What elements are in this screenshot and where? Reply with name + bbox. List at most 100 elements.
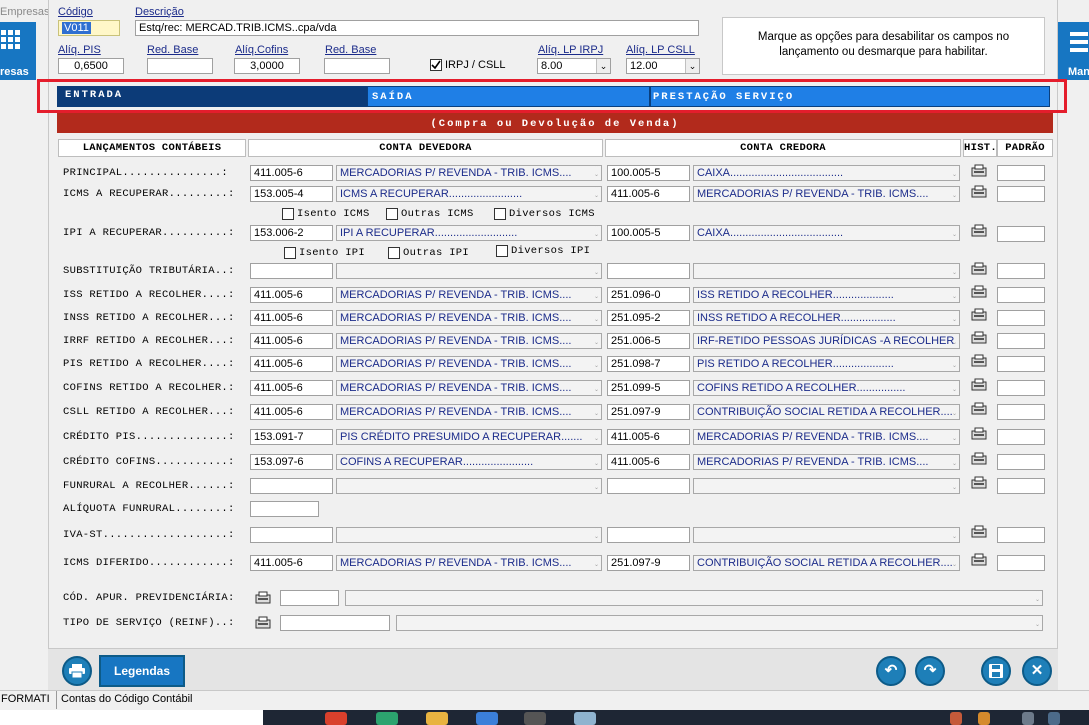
- history-icon[interactable]: [971, 224, 987, 237]
- history-icon[interactable]: [971, 331, 987, 344]
- padrao-field[interactable]: [997, 404, 1045, 420]
- padrao-field[interactable]: [997, 287, 1045, 303]
- cred-desc-select[interactable]: ISS RETIDO A RECOLHER...................…: [693, 287, 960, 303]
- dev-desc-select[interactable]: [336, 263, 602, 279]
- redo-button[interactable]: ↷: [915, 656, 945, 686]
- cred-desc-select[interactable]: CAIXA...................................…: [693, 165, 960, 181]
- padrao-field[interactable]: [997, 429, 1045, 445]
- dev-desc-select[interactable]: COFINS A RECUPERAR......................…: [336, 454, 602, 470]
- cred-desc-select[interactable]: PIS RETIDO A RECOLHER...................…: [693, 356, 960, 372]
- aliq-pis-field[interactable]: 0,6500: [58, 58, 124, 74]
- chevron-down-icon[interactable]: ⌄: [596, 59, 610, 73]
- undo-button[interactable]: ↶: [876, 656, 906, 686]
- dev-code-field[interactable]: 411.005-6: [250, 165, 333, 181]
- dev-desc-select[interactable]: PIS CRÉDITO PRESUMIDO A RECUPERAR.......: [336, 429, 602, 445]
- history-icon[interactable]: [971, 262, 987, 275]
- tray-icon[interactable]: [1022, 712, 1034, 725]
- dev-code-field[interactable]: [250, 478, 333, 494]
- cred-code-field[interactable]: 251.095-2: [607, 310, 690, 326]
- cred-code-field[interactable]: 100.005-5: [607, 165, 690, 181]
- manifest-panel[interactable]: Manife: [1058, 22, 1089, 80]
- save-button[interactable]: [981, 656, 1011, 686]
- tab-prestacao-servico[interactable]: PRESTAÇÃO SERVIÇO: [650, 86, 1050, 107]
- cod-apur-select[interactable]: [345, 590, 1043, 606]
- dev-desc-select[interactable]: [336, 527, 602, 543]
- padrao-field[interactable]: [997, 263, 1045, 279]
- dev-desc-select[interactable]: [336, 478, 602, 494]
- history-icon[interactable]: [971, 185, 987, 198]
- cred-desc-select[interactable]: MERCADORIAS P/ REVENDA - TRIB. ICMS....: [693, 454, 960, 470]
- close-button[interactable]: ✕: [1022, 656, 1052, 686]
- history-icon[interactable]: [971, 308, 987, 321]
- cred-desc-select[interactable]: [693, 527, 960, 543]
- cred-code-field[interactable]: 251.099-5: [607, 380, 690, 396]
- diversos-ipi-checkbox[interactable]: [496, 245, 508, 257]
- dev-desc-select[interactable]: MERCADORIAS P/ REVENDA - TRIB. ICMS....: [336, 333, 602, 349]
- padrao-field[interactable]: [997, 186, 1045, 202]
- dev-desc-select[interactable]: MERCADORIAS P/ REVENDA - TRIB. ICMS....: [336, 555, 602, 571]
- history-icon[interactable]: [971, 164, 987, 177]
- history-icon[interactable]: [971, 553, 987, 566]
- dev-code-field[interactable]: [250, 263, 333, 279]
- cred-desc-select[interactable]: CAIXA...................................…: [693, 225, 960, 241]
- dev-desc-select[interactable]: IPI A RECUPERAR.........................…: [336, 225, 602, 241]
- print-button[interactable]: [62, 656, 92, 686]
- red-base-field[interactable]: [147, 58, 213, 74]
- history-icon[interactable]: [971, 285, 987, 298]
- padrao-field[interactable]: [997, 226, 1045, 242]
- cred-code-field[interactable]: 411.005-6: [607, 429, 690, 445]
- cred-desc-select[interactable]: [693, 263, 960, 279]
- empresas-panel[interactable]: resas: [0, 22, 36, 80]
- isento-icms-checkbox[interactable]: [282, 208, 294, 220]
- tipo-servico-select[interactable]: [396, 615, 1043, 631]
- cred-code-field[interactable]: 251.097-9: [607, 404, 690, 420]
- history-icon[interactable]: [255, 591, 271, 604]
- red-base2-field[interactable]: [324, 58, 390, 74]
- cred-desc-select[interactable]: CONTRIBUIÇÃO SOCIAL RETIDA A RECOLHER...…: [693, 555, 960, 571]
- cred-desc-select[interactable]: COFINS RETIDO A RECOLHER................: [693, 380, 960, 396]
- dev-desc-select[interactable]: ICMS A RECUPERAR........................: [336, 186, 602, 202]
- descricao-field[interactable]: Estq/rec: MERCAD.TRIB.ICMS..cpa/vda: [135, 20, 699, 36]
- chrome-icon[interactable]: [325, 712, 347, 725]
- cred-code-field[interactable]: 251.098-7: [607, 356, 690, 372]
- cred-desc-select[interactable]: CONTRIBUIÇÃO SOCIAL RETIDA A RECOLHER...…: [693, 404, 960, 420]
- dev-code-field[interactable]: 411.005-6: [250, 356, 333, 372]
- tray-icon[interactable]: [1048, 712, 1060, 725]
- cred-desc-select[interactable]: IRF-RETIDO PESSOAS JURÍDICAS -A RECOLHER: [693, 333, 960, 349]
- terminal-icon[interactable]: [524, 712, 546, 725]
- aliquota-funrural-field[interactable]: [250, 501, 319, 517]
- tipo-servico-field[interactable]: [280, 615, 390, 631]
- cred-code-field[interactable]: 411.005-6: [607, 186, 690, 202]
- padrao-field[interactable]: [997, 380, 1045, 396]
- dev-code-field[interactable]: 411.005-6: [250, 555, 333, 571]
- history-icon[interactable]: [971, 427, 987, 440]
- history-icon[interactable]: [971, 402, 987, 415]
- cred-code-field[interactable]: 411.005-6: [607, 454, 690, 470]
- tab-saida[interactable]: SAÍDA: [367, 86, 650, 107]
- app-icon[interactable]: [476, 712, 498, 725]
- isento-ipi-checkbox[interactable]: [284, 247, 296, 259]
- tray-icon[interactable]: [978, 712, 990, 725]
- padrao-field[interactable]: [997, 478, 1045, 494]
- dev-code-field[interactable]: 153.006-2: [250, 225, 333, 241]
- dev-code-field[interactable]: [250, 527, 333, 543]
- history-icon[interactable]: [971, 525, 987, 538]
- dev-code-field[interactable]: 411.005-6: [250, 287, 333, 303]
- cred-code-field[interactable]: [607, 478, 690, 494]
- dev-code-field[interactable]: 153.005-4: [250, 186, 333, 202]
- aliq-lp-csll-select[interactable]: 12.00 ⌄: [626, 58, 700, 74]
- dev-code-field[interactable]: 411.005-6: [250, 333, 333, 349]
- padrao-field[interactable]: [997, 165, 1045, 181]
- dev-code-field[interactable]: 411.005-6: [250, 404, 333, 420]
- dev-code-field[interactable]: 153.091-7: [250, 429, 333, 445]
- tab-entrada[interactable]: ENTRADA: [57, 86, 367, 107]
- dev-code-field[interactable]: 411.005-6: [250, 310, 333, 326]
- padrao-field[interactable]: [997, 333, 1045, 349]
- irpj-csll-checkbox[interactable]: [430, 59, 442, 71]
- dev-desc-select[interactable]: MERCADORIAS P/ REVENDA - TRIB. ICMS....: [336, 356, 602, 372]
- history-icon[interactable]: [971, 378, 987, 391]
- padrao-field[interactable]: [997, 310, 1045, 326]
- padrao-field[interactable]: [997, 356, 1045, 372]
- cred-desc-select[interactable]: MERCADORIAS P/ REVENDA - TRIB. ICMS....: [693, 186, 960, 202]
- aliq-cofins-field[interactable]: 3,0000: [234, 58, 300, 74]
